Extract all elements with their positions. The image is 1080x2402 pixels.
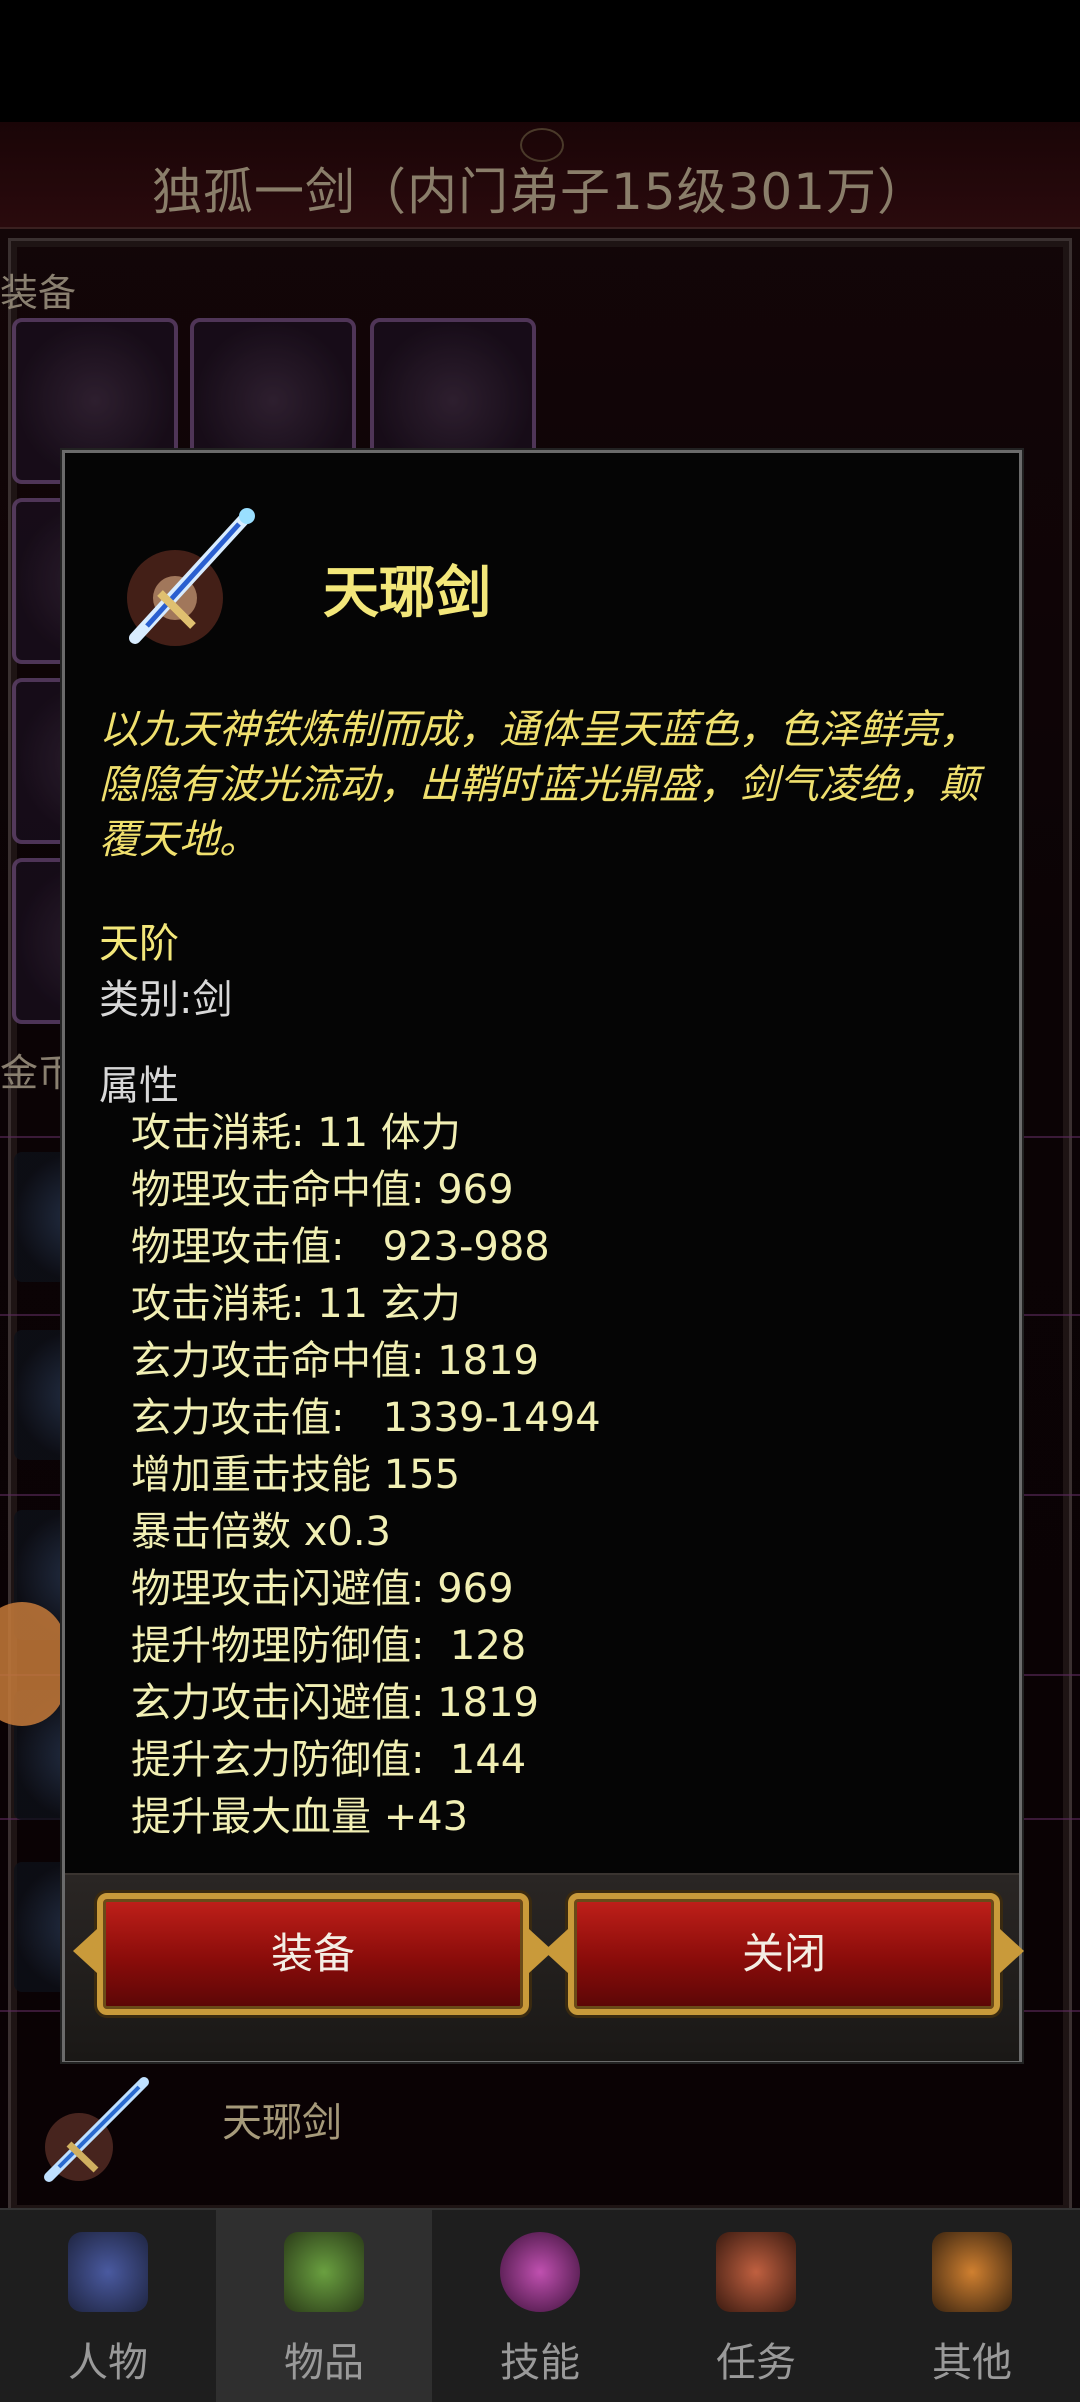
- bottom-tab-bar: 人物 物品 技能 任务 其他: [0, 2208, 1080, 2402]
- attribute-line: 玄力攻击闪避值: 1819: [131, 1680, 539, 1726]
- attributes-heading: 属性: [99, 1063, 179, 1109]
- tab-label: 技能: [500, 2340, 580, 2386]
- items-icon: [284, 2232, 364, 2312]
- sword-icon: [127, 508, 255, 646]
- equip-button[interactable]: 装备: [73, 1893, 553, 2015]
- attribute-line: 提升物理防御值: 128: [131, 1623, 527, 1669]
- item-category: 类别:剑: [99, 977, 233, 1023]
- attributes-list: 攻击消耗: 11 体力 物理攻击命中值: 969 物理攻击值: 923-988 …: [131, 1105, 601, 1846]
- sword-icon[interactable]: [24, 2052, 174, 2202]
- inventory-item-name[interactable]: 天琊剑: [222, 2090, 342, 2148]
- tab-label: 任务: [716, 2340, 796, 2386]
- tab-label: 人物: [68, 2340, 148, 2386]
- attribute-line: 物理攻击值: 923-988: [131, 1224, 550, 1270]
- floating-menu-button[interactable]: [0, 1602, 66, 1726]
- tab-label: 其他: [932, 2340, 1012, 2386]
- status-bar: [0, 0, 1080, 122]
- attribute-line: 提升玄力防御值: 144: [131, 1737, 527, 1783]
- character-icon: [68, 2232, 148, 2312]
- attribute-line: 玄力攻击命中值: 1819: [131, 1338, 539, 1384]
- close-button[interactable]: 关闭: [544, 1893, 1024, 2015]
- attribute-line: 增加重击技能 155: [131, 1452, 461, 1498]
- equipment-section-label: 装备: [0, 271, 77, 315]
- skills-icon: [500, 2232, 580, 2312]
- item-name: 天琊剑: [323, 561, 491, 626]
- attribute-line: 玄力攻击值: 1339-1494: [131, 1395, 601, 1441]
- attribute-line: 物理攻击命中值: 969: [131, 1167, 514, 1213]
- attribute-line: 攻击消耗: 11 体力: [131, 1110, 461, 1156]
- tab-label: 物品: [284, 2340, 364, 2386]
- quests-icon: [716, 2232, 796, 2312]
- item-tier: 天阶: [99, 921, 179, 967]
- attribute-line: 提升最大血量 +43: [131, 1794, 469, 1840]
- other-icon: [932, 2232, 1012, 2312]
- tab-other[interactable]: 其他: [864, 2210, 1080, 2402]
- attribute-line: 物理攻击闪避值: 969: [131, 1566, 514, 1612]
- tab-skills[interactable]: 技能: [432, 2210, 648, 2402]
- item-description: 以九天神铁炼制而成，通体呈天蓝色，色泽鲜亮，隐隐有波光流动，出鞘时蓝光鼎盛，剑气…: [99, 707, 979, 863]
- tab-items[interactable]: 物品: [216, 2210, 432, 2402]
- item-detail-dialog: 天琊剑 以九天神铁炼制而成，通体呈天蓝色，色泽鲜亮，隐隐有波光流动，出鞘时蓝光鼎…: [62, 450, 1024, 2062]
- attribute-line: 暴击倍数 x0.3: [131, 1509, 391, 1555]
- tab-character[interactable]: 人物: [0, 2210, 216, 2402]
- attribute-line: 攻击消耗: 11 玄力: [131, 1281, 461, 1327]
- character-title: 独孤一剑（内门弟子15级301万）: [151, 163, 929, 221]
- tab-quests[interactable]: 任务: [648, 2210, 864, 2402]
